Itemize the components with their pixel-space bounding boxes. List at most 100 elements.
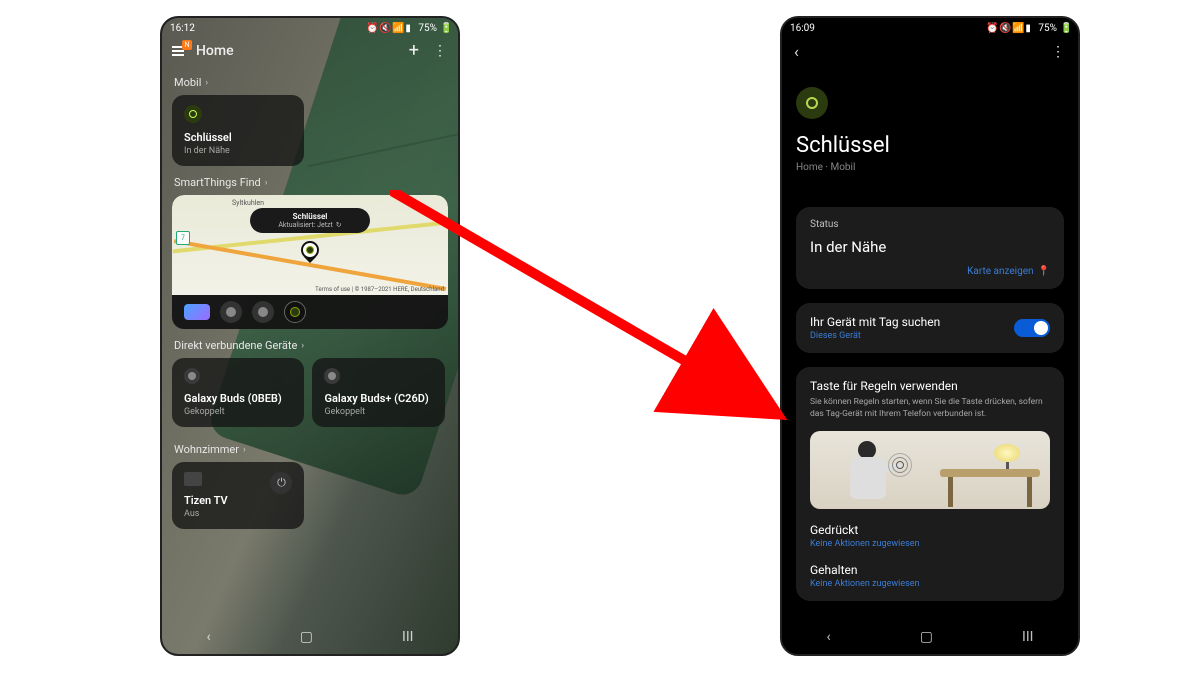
- app-bar: ‹ ⋮: [782, 36, 1078, 67]
- status-value: In der Nähe: [810, 238, 1050, 256]
- map-preview[interactable]: 7 Syltkuhlen Schlüssel Aktualisiert: Jet…: [172, 195, 448, 295]
- status-bar: 16:09 ⏰ 🔇 📶 ▮ 75% 🔋: [782, 18, 1078, 36]
- battery-icon: 🔋: [1060, 23, 1070, 33]
- nav-back[interactable]: ‹: [827, 629, 831, 645]
- device-card-buds1[interactable]: Galaxy Buds (0BEB) Gekoppelt: [172, 358, 304, 427]
- more-button[interactable]: ⋮: [433, 44, 448, 58]
- earbuds-icon: [324, 368, 340, 384]
- battery-text: 75%: [418, 23, 437, 34]
- rules-illustration: [810, 431, 1050, 509]
- phone-right: 16:09 ⏰ 🔇 📶 ▮ 75% 🔋 ‹ ⋮ Schlüssel Home ·…: [780, 16, 1080, 656]
- refresh-icon[interactable]: ↻: [336, 221, 342, 229]
- road-shield: 7: [176, 231, 190, 245]
- search-tag-card[interactable]: Ihr Gerät mit Tag suchen Dieses Gerät: [796, 303, 1064, 353]
- status-time: 16:09: [790, 23, 815, 34]
- section-direct[interactable]: Direkt verbundene Geräte ›: [174, 339, 446, 352]
- alarm-icon: ⏰: [366, 23, 376, 33]
- map-town-label: Syltkuhlen: [232, 199, 264, 207]
- action-pressed-title: Gedrückt: [810, 523, 1050, 537]
- section-room-label: Wohnzimmer: [174, 443, 239, 456]
- device-sub: Gekoppelt: [324, 407, 432, 417]
- breadcrumb: Home · Mobil: [796, 162, 1064, 173]
- find-device-tabs: [172, 295, 448, 329]
- detail-body[interactable]: Schlüssel Home · Mobil Status In der Näh…: [782, 67, 1078, 620]
- nav-recents[interactable]: III: [1022, 629, 1033, 645]
- find-tab-tag[interactable]: [284, 301, 306, 323]
- section-direct-label: Direkt verbundene Geräte: [174, 339, 297, 352]
- mute-icon: 🔇: [999, 23, 1009, 33]
- tag-card-schluessel[interactable]: Schlüssel In der Nähe: [172, 95, 304, 166]
- section-room[interactable]: Wohnzimmer ›: [174, 443, 446, 456]
- map-terms[interactable]: Terms of use: [315, 286, 350, 293]
- device-title: Tizen TV: [184, 494, 228, 507]
- map-bubble-title: Schlüssel: [260, 212, 360, 221]
- nav-bar: ‹ ▢ III: [162, 620, 458, 654]
- power-button[interactable]: ⏻: [270, 472, 292, 494]
- earbuds-icon: [184, 368, 200, 384]
- search-tag-toggle[interactable]: [1014, 319, 1050, 337]
- smarttag-icon: [796, 87, 828, 119]
- map-bubble-sub: Aktualisiert: Jetzt: [278, 221, 332, 229]
- mute-icon: 🔇: [379, 23, 389, 33]
- action-held-sub: Keine Aktionen zugewiesen: [810, 579, 1050, 589]
- nav-recents[interactable]: III: [402, 629, 413, 645]
- find-tab-buds2[interactable]: [252, 301, 274, 323]
- app-header: N Home + ⋮: [162, 36, 458, 66]
- device-card-tv[interactable]: Tizen TV Aus ⏻: [172, 462, 304, 529]
- page-title: Home: [196, 43, 234, 59]
- find-map-card[interactable]: 7 Syltkuhlen Schlüssel Aktualisiert: Jet…: [172, 195, 448, 329]
- section-mobil[interactable]: Mobil ›: [174, 76, 446, 89]
- rules-title: Taste für Regeln verwenden: [810, 379, 1050, 393]
- action-held[interactable]: Gehalten Keine Aktionen zugewiesen: [810, 563, 1050, 589]
- rules-card: Taste für Regeln verwenden Sie können Re…: [796, 367, 1064, 601]
- add-button[interactable]: +: [409, 42, 419, 60]
- device-card-buds2[interactable]: Galaxy Buds+ (C26D) Gekoppelt: [312, 358, 444, 427]
- signal-icon: ▮: [405, 23, 415, 33]
- signal-icon: ▮: [1025, 23, 1035, 33]
- chevron-right-icon: ›: [205, 78, 208, 88]
- more-button[interactable]: ⋮: [1051, 45, 1066, 59]
- find-tab-phone[interactable]: [184, 304, 210, 320]
- wifi-icon: 📶: [1012, 23, 1022, 33]
- chevron-right-icon: ›: [301, 341, 304, 351]
- back-button[interactable]: ‹: [794, 42, 799, 61]
- device-sub: Aus: [184, 509, 228, 519]
- notification-badge: N: [182, 40, 192, 50]
- show-map-link[interactable]: Karte anzeigen 📍: [810, 266, 1050, 277]
- device-sub: Gekoppelt: [184, 407, 292, 417]
- map-pin[interactable]: Schlüssel Aktualisiert: Jetzt ↻: [301, 241, 319, 259]
- device-title: Galaxy Buds+ (C26D): [324, 392, 432, 405]
- chevron-right-icon: ›: [265, 178, 268, 188]
- rules-desc: Sie können Regeln starten, wenn Sie die …: [810, 397, 1050, 421]
- alarm-icon: ⏰: [986, 23, 996, 33]
- battery-icon: 🔋: [440, 23, 450, 33]
- status-icons: ⏰ 🔇 📶 ▮ 75% 🔋: [986, 23, 1070, 34]
- detail-title: Schlüssel: [796, 133, 1064, 158]
- nav-bar: ‹ ▢ III: [782, 620, 1078, 654]
- content-scroll[interactable]: Mobil › Schlüssel In der Nähe SmartThing…: [162, 66, 458, 620]
- action-held-title: Gehalten: [810, 563, 1050, 577]
- phone-left: 16:12 ⏰ 🔇 📶 ▮ 75% 🔋 N Home + ⋮: [160, 16, 460, 656]
- action-pressed[interactable]: Gedrückt Keine Aktionen zugewiesen: [810, 523, 1050, 549]
- status-card: Status In der Nähe Karte anzeigen 📍: [796, 207, 1064, 289]
- status-label: Status: [810, 219, 1050, 230]
- nav-home[interactable]: ▢: [920, 629, 933, 645]
- search-tag-sub: Dieses Gerät: [810, 331, 940, 341]
- section-find[interactable]: SmartThings Find ›: [174, 176, 446, 189]
- tag-card-sub: In der Nähe: [184, 146, 292, 156]
- menu-button[interactable]: N: [172, 42, 190, 60]
- status-icons: ⏰ 🔇 📶 ▮ 75% 🔋: [366, 23, 450, 34]
- status-time: 16:12: [170, 23, 195, 34]
- search-tag-title: Ihr Gerät mit Tag suchen: [810, 315, 940, 329]
- nav-home[interactable]: ▢: [300, 629, 313, 645]
- device-title: Galaxy Buds (0BEB): [184, 392, 292, 405]
- map-bubble[interactable]: Schlüssel Aktualisiert: Jetzt ↻: [250, 208, 370, 233]
- screen-right: 16:09 ⏰ 🔇 📶 ▮ 75% 🔋 ‹ ⋮ Schlüssel Home ·…: [782, 18, 1078, 654]
- nav-back[interactable]: ‹: [207, 629, 211, 645]
- section-find-label: SmartThings Find: [174, 176, 261, 189]
- status-bar: 16:12 ⏰ 🔇 📶 ▮ 75% 🔋: [162, 18, 458, 36]
- battery-text: 75%: [1038, 23, 1057, 34]
- pin-icon: 📍: [1038, 266, 1050, 277]
- section-mobil-label: Mobil: [174, 76, 201, 89]
- find-tab-buds1[interactable]: [220, 301, 242, 323]
